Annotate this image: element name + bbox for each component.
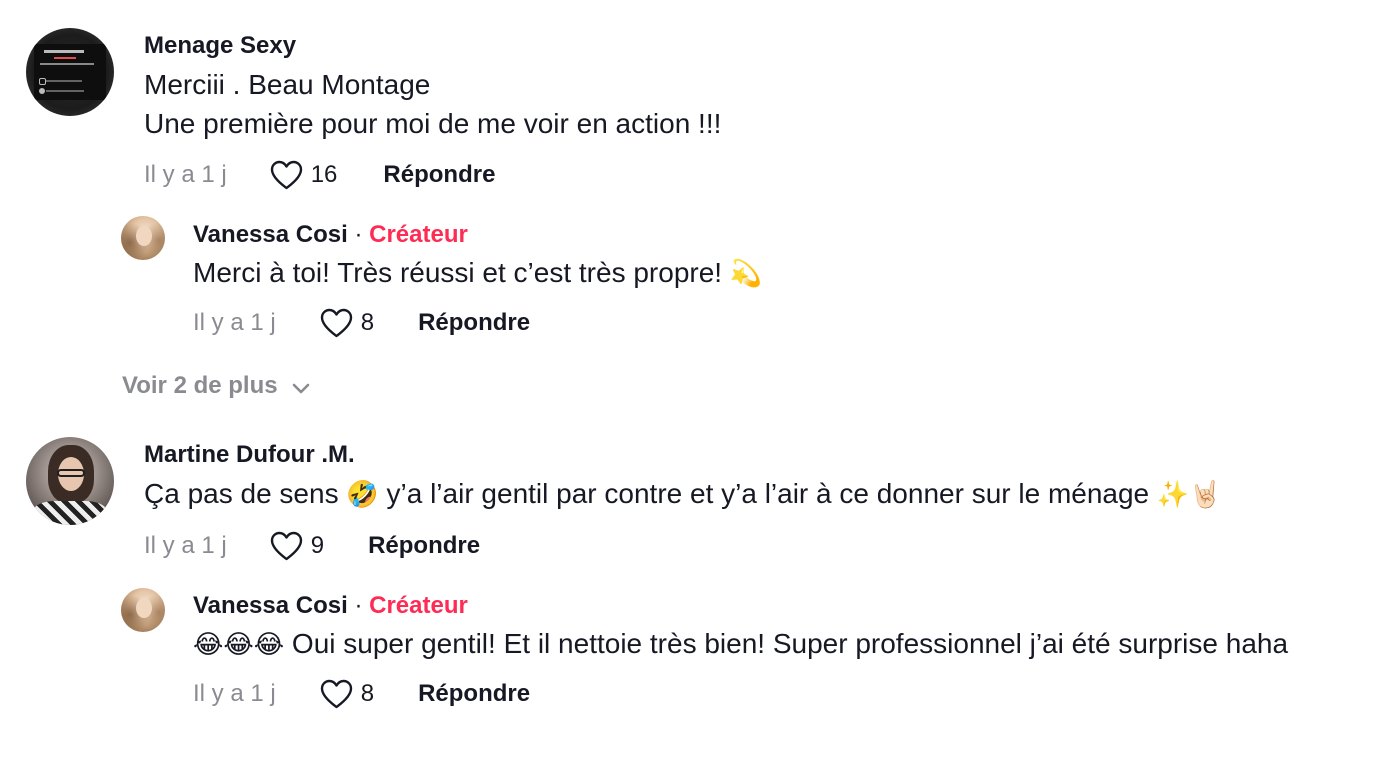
reply-button[interactable]: Répondre [368, 532, 480, 560]
comment-header: Vanessa Cosi · Créateur [193, 220, 762, 250]
like-count: 9 [310, 532, 325, 559]
emoji: 🤣 [346, 480, 379, 510]
avatar[interactable] [121, 588, 165, 632]
avatar[interactable] [26, 437, 114, 525]
comment-text: 😂😂😂 Oui super gentil! Et il nettoie très… [193, 624, 1288, 665]
view-more-replies-button[interactable]: Voir 2 de plus [122, 370, 310, 402]
comment-text-content: Oui super gentil! Et il nettoie très bie… [291, 628, 1289, 659]
like-button[interactable]: 9 [270, 531, 324, 561]
comment-text: Une première pour moi de me voir en acti… [144, 108, 722, 139]
comment-body: Vanessa Cosi · Créateur Merci à toi! Trè… [193, 220, 762, 343]
creator-badge: Créateur [369, 592, 468, 619]
chevron-down-icon [292, 374, 310, 402]
comment-username[interactable]: Martine Dufour .M. [144, 440, 1222, 470]
heart-outline-icon [270, 531, 303, 561]
comment-body: Martine Dufour .M. Ça pas de sens 🤣 y’a … [144, 440, 1222, 566]
comment-body: Menage Sexy Merciii . Beau Montage Une p… [144, 31, 721, 195]
comment-item: Martine Dufour .M. Ça pas de sens 🤣 y’a … [26, 437, 1222, 566]
comment-meta: Il y a 1 j 8 Répondre [193, 674, 1288, 714]
like-count: 8 [360, 309, 375, 336]
comment-text-content: Merci à toi! Très réussi et c’est très p… [193, 257, 723, 288]
reply-button[interactable]: Répondre [418, 309, 530, 337]
comment-username[interactable]: Vanessa Cosi [193, 592, 348, 619]
comment-username[interactable]: Vanessa Cosi [193, 221, 348, 248]
comment-meta: Il y a 1 j 8 Répondre [193, 303, 762, 343]
comment-time: Il y a 1 j [144, 161, 227, 188]
reply-button[interactable]: Répondre [383, 161, 495, 189]
comment-text: Merci à toi! Très réussi et c’est très p… [193, 253, 762, 294]
avatar[interactable] [121, 216, 165, 260]
comment-item: Menage Sexy Merciii . Beau Montage Une p… [26, 28, 721, 195]
separator: · [354, 221, 363, 248]
like-button[interactable]: 8 [320, 679, 374, 709]
comment-time: Il y a 1 j [193, 680, 276, 707]
like-button[interactable]: 8 [320, 308, 374, 338]
like-button[interactable]: 16 [270, 160, 338, 190]
comment-username[interactable]: Menage Sexy [144, 31, 721, 61]
emoji: ✨🤘🏻 [1156, 480, 1222, 510]
heart-outline-icon [270, 160, 303, 190]
comment-meta: Il y a 1 j 16 Répondre [144, 155, 721, 195]
creator-badge: Créateur [369, 221, 468, 248]
emoji: 😂😂😂 [193, 630, 285, 660]
reply-button[interactable]: Répondre [418, 680, 530, 708]
comment-meta: Il y a 1 j 9 Répondre [144, 526, 1222, 566]
comment-time: Il y a 1 j [193, 309, 276, 336]
comment-text-content: y’a l’air gentil par contre et y’a l’air… [386, 478, 1150, 509]
comment-time: Il y a 1 j [144, 532, 227, 559]
view-more-label: Voir 2 de plus [122, 372, 278, 399]
reply-item: Vanessa Cosi · Créateur 😂😂😂 Oui super ge… [121, 588, 1288, 714]
heart-outline-icon [320, 308, 353, 338]
comment-text-content: Ça pas de sens [144, 478, 339, 509]
emoji: 💫 [729, 259, 763, 289]
comment-text: Merciii . Beau Montage [144, 69, 431, 100]
comment-text: Ça pas de sens 🤣 y’a l’air gentil par co… [144, 474, 1222, 515]
separator: · [354, 592, 363, 619]
comment-header: Vanessa Cosi · Créateur [193, 591, 1288, 621]
reply-item: Vanessa Cosi · Créateur Merci à toi! Trè… [121, 216, 762, 343]
comment-body: Vanessa Cosi · Créateur 😂😂😂 Oui super ge… [193, 591, 1288, 714]
avatar[interactable] [26, 28, 114, 116]
like-count: 8 [360, 680, 375, 707]
heart-outline-icon [320, 679, 353, 709]
like-count: 16 [310, 161, 338, 188]
